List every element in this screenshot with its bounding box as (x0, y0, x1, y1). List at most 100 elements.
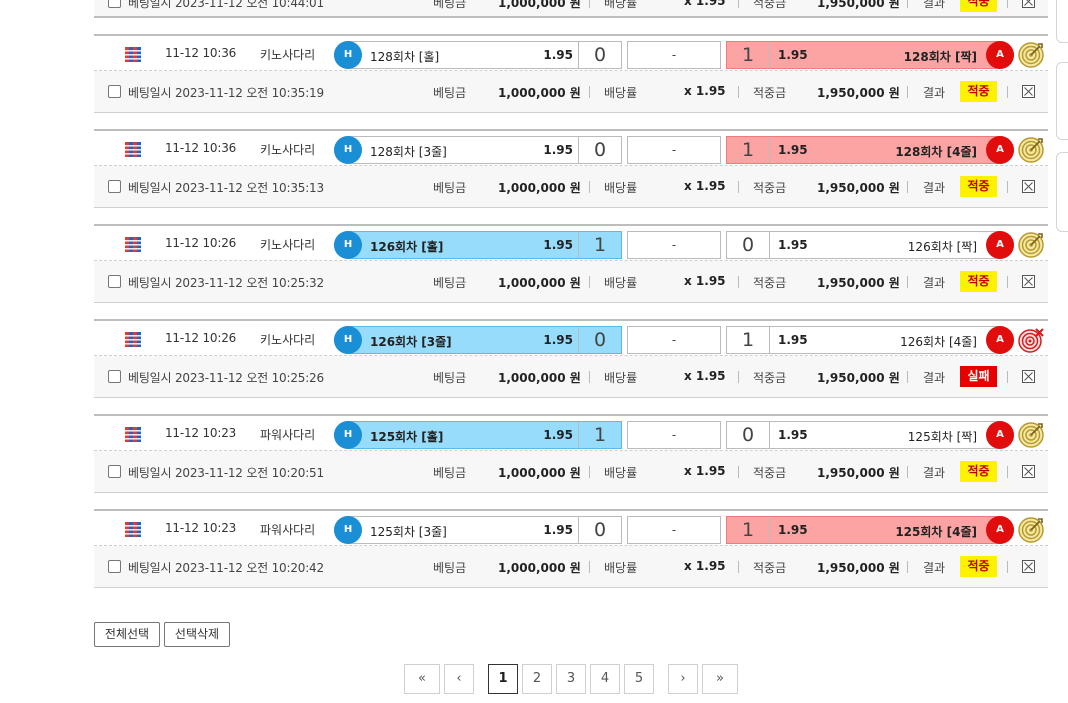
bet-history-list: 베팅일시 2023-11-12 오전 10:44:01 베팅금 1,000,00… (94, 0, 1048, 588)
bet-amount-value: 1,000,000 원 (498, 371, 581, 385)
select-checkbox[interactable] (108, 0, 121, 8)
page-2-button[interactable]: 2 (522, 664, 552, 694)
bet-block: 11-12 10:36 키노사다리 H 128회차 [홀] 1.95 0 - 1… (94, 34, 1048, 113)
delete-icon[interactable] (1022, 0, 1035, 8)
bet-date: 베팅일시 2023-11-12 오전 10:20:42 (128, 561, 324, 575)
away-pick[interactable]: 0 1.95 126회차 [짝] A (726, 231, 1014, 259)
game-row: 11-12 10:26 키노사다리 H 126회차 [3줄] 1.95 0 - … (94, 321, 1048, 356)
win-amount-label: 적중금 (753, 276, 787, 290)
delete-icon[interactable] (1022, 85, 1035, 98)
target-hit-icon (1018, 422, 1044, 448)
select-checkbox[interactable] (108, 560, 121, 573)
away-pick[interactable]: 1 1.95 126회차 [4줄] A (726, 326, 1014, 354)
status-badge: 적중 (960, 556, 997, 577)
home-name: 128회차 [3줄] (370, 145, 447, 159)
divider (738, 371, 739, 383)
status-badge: 적중 (960, 271, 997, 292)
divider (907, 181, 908, 193)
away-pick[interactable]: 1 1.95 128회차 [4줄] A (726, 136, 1014, 164)
home-name: 126회차 [3줄] (370, 335, 452, 349)
draw-pick[interactable]: - (627, 41, 721, 69)
delete-icon[interactable] (1022, 370, 1035, 383)
win-amount-value: 1,950,000 원 (817, 371, 900, 385)
game-row: 11-12 10:23 파워사다리 H 125회차 [홀] 1.95 1 - 0… (94, 416, 1048, 451)
divider (738, 181, 739, 193)
bet-amount-label: 베팅금 (433, 181, 467, 195)
home-odd: 1.95 (543, 48, 573, 62)
delete-icon[interactable] (1022, 275, 1035, 288)
odds-label: 배당률 (604, 276, 638, 290)
next-page-button[interactable]: › (668, 664, 698, 694)
home-score: 1 (578, 422, 621, 448)
page-4-button[interactable]: 4 (590, 664, 620, 694)
home-pick[interactable]: H 125회차 [3줄] 1.95 0 (334, 516, 622, 544)
draw-pick[interactable]: - (627, 326, 721, 354)
delete-selected-button[interactable]: 선택삭제 (164, 622, 230, 647)
home-badge: H (334, 41, 362, 69)
divider (907, 466, 908, 478)
away-odd: 1.95 (778, 48, 808, 62)
home-pick[interactable]: H 128회차 [3줄] 1.95 0 (334, 136, 622, 164)
away-pick[interactable]: 0 1.95 125회차 [짝] A (726, 421, 1014, 449)
divider (738, 86, 739, 98)
win-amount-value: 1,950,000 원 (817, 276, 900, 290)
home-badge: H (334, 516, 362, 544)
page-1-button[interactable]: 1 (488, 664, 518, 694)
away-badge: A (986, 421, 1014, 449)
status-badge: 실패 (960, 366, 997, 387)
side-panel-2 (1056, 62, 1068, 140)
divider (1007, 371, 1008, 383)
home-name: 126회차 [홀] (370, 240, 444, 254)
flag-icon (125, 522, 141, 537)
away-pick[interactable]: 1 1.95 125회차 [4줄] A (726, 516, 1014, 544)
away-score: 1 (727, 327, 770, 353)
delete-icon[interactable] (1022, 465, 1035, 478)
home-pick[interactable]: H 125회차 [홀] 1.95 1 (334, 421, 622, 449)
first-page-button[interactable]: « (404, 664, 440, 694)
home-pick[interactable]: H 126회차 [3줄] 1.95 0 (334, 326, 622, 354)
odds-label: 배당률 (604, 371, 638, 385)
bet-block: 11-12 10:26 키노사다리 H 126회차 [3줄] 1.95 0 - … (94, 319, 1048, 398)
select-checkbox[interactable] (108, 465, 121, 478)
bet-block: 11-12 10:23 파워사다리 H 125회차 [3줄] 1.95 0 - … (94, 509, 1048, 588)
select-checkbox[interactable] (108, 180, 121, 193)
divider (1007, 0, 1008, 8)
last-page-button[interactable]: » (702, 664, 738, 694)
odds-label: 배당률 (604, 561, 638, 575)
away-pick[interactable]: 1 1.95 128회차 [짝] A (726, 41, 1014, 69)
odds-label: 배당률 (604, 466, 638, 480)
delete-icon[interactable] (1022, 180, 1035, 193)
select-checkbox[interactable] (108, 275, 121, 288)
odds-value: x 1.95 (684, 0, 726, 8)
flag-icon (125, 47, 141, 62)
divider (1007, 561, 1008, 573)
divider (907, 86, 908, 98)
status-badge: 적중 (960, 0, 997, 12)
bet-amount-value: 1,000,000 원 (498, 276, 581, 290)
divider (907, 276, 908, 288)
draw-pick[interactable]: - (627, 516, 721, 544)
result-label: 결과 (923, 561, 946, 575)
bet-date: 베팅일시 2023-11-12 오전 10:35:13 (128, 181, 324, 195)
draw-pick[interactable]: - (627, 421, 721, 449)
bet-info-row: 베팅일시 2023-11-12 오전 10:20:42 베팅금 1,000,00… (94, 546, 1048, 588)
odds-label: 배당률 (604, 181, 638, 195)
draw-pick[interactable]: - (627, 231, 721, 259)
bet-info-row: 베팅일시 2023-11-12 오전 10:20:51 베팅금 1,000,00… (94, 451, 1048, 493)
odds-value: x 1.95 (684, 369, 726, 383)
bet-amount-label: 베팅금 (433, 86, 467, 100)
draw-pick[interactable]: - (627, 136, 721, 164)
page-5-button[interactable]: 5 (624, 664, 654, 694)
home-pick[interactable]: H 128회차 [홀] 1.95 0 (334, 41, 622, 69)
away-odd: 1.95 (778, 143, 808, 157)
delete-icon[interactable] (1022, 560, 1035, 573)
select-checkbox[interactable] (108, 370, 121, 383)
select-checkbox[interactable] (108, 85, 121, 98)
home-badge: H (334, 136, 362, 164)
prev-page-button[interactable]: ‹ (444, 664, 474, 694)
home-badge: H (334, 231, 362, 259)
page-3-button[interactable]: 3 (556, 664, 586, 694)
home-pick[interactable]: H 126회차 [홀] 1.95 1 (334, 231, 622, 259)
flag-icon (125, 427, 141, 442)
select-all-button[interactable]: 전체선택 (94, 622, 160, 647)
